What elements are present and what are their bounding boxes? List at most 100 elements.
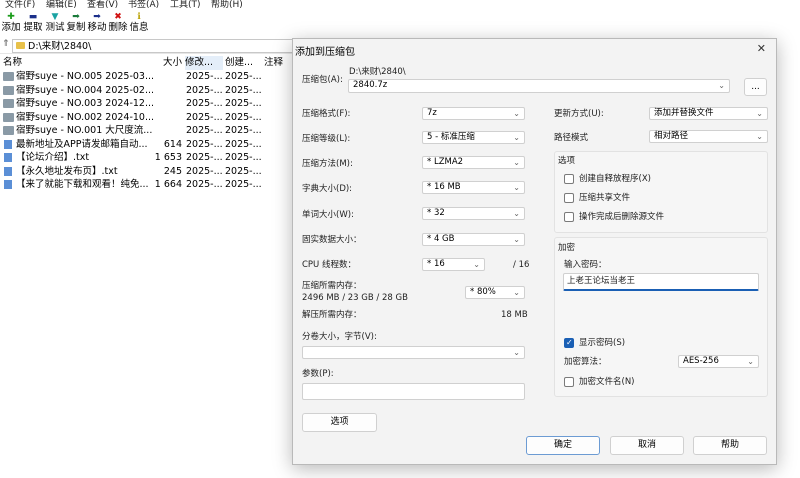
encrypt-names-checkbox[interactable] — [564, 377, 574, 387]
archive-name-combo[interactable]: 2840.7z ⌄ — [348, 79, 730, 93]
password-input[interactable]: 上老王论坛当老王 — [563, 273, 759, 291]
file-row[interactable]: 【论坛介绍】.txt 1 653 2025-... 2025-... — [0, 151, 292, 165]
delete-button[interactable]: ✖ 删除 — [107, 12, 129, 38]
chevron-down-icon: ⌄ — [513, 109, 520, 118]
file-row[interactable]: 最新地址及APP请发邮箱自动... 614 2025-... 2025-... — [0, 138, 292, 152]
path-label: 路径模式 — [554, 133, 589, 143]
plus-icon: ✚ — [7, 12, 15, 22]
file-row[interactable]: 宿野suye - NO.004 2025-02... 2025-... 2025… — [0, 84, 292, 98]
show-password-checkbox[interactable] — [564, 338, 574, 348]
cancel-button[interactable]: 取消 — [610, 436, 684, 455]
word-label: 单词大小(W): — [302, 210, 354, 220]
menu-bar: 文件(F) 编辑(E) 查看(V) 书签(A) 工具(T) 帮助(H) — [0, 0, 800, 12]
level-select[interactable]: 5 - 标准压缩 ⌄ — [422, 131, 525, 144]
threads-select[interactable]: * 16 ⌄ — [422, 258, 485, 271]
add-button[interactable]: ✚ 添加 — [0, 12, 22, 38]
column-created[interactable]: 创建... — [225, 56, 253, 70]
method-label: 压缩方法(M): — [302, 159, 353, 169]
up-arrow-icon[interactable]: ⇑ — [2, 39, 10, 49]
file-row[interactable]: 宿野suye - NO.002 2024-10... 2025-... 2025… — [0, 111, 292, 125]
threads-total: / 16 — [513, 260, 530, 270]
format-select[interactable]: 7z ⌄ — [422, 107, 525, 120]
archive-name-value: 2840.7z — [353, 80, 388, 90]
test-button[interactable]: ▼ 测试 — [44, 12, 66, 38]
file-name: 最新地址及APP请发邮箱自动... — [16, 138, 148, 150]
file-created: 2025-... — [225, 138, 262, 150]
method-select[interactable]: * LZMA2 ⌄ — [422, 156, 525, 169]
update-value: 添加并替换文件 — [654, 108, 714, 118]
address-input[interactable]: D:\来财\2840\ — [12, 39, 302, 53]
menu-view[interactable]: 查看(V) — [87, 0, 118, 11]
archive-label: 压缩包(A): — [302, 75, 343, 85]
file-created: 2025-... — [225, 71, 262, 82]
menu-file[interactable]: 文件(F) — [5, 0, 35, 11]
file-row[interactable]: 【永久地址发布页】.txt 245 2025-... 2025-... — [0, 165, 292, 179]
solid-label: 固实数据大小： — [302, 235, 362, 245]
encryption-group-title: 加密 — [558, 243, 576, 253]
menu-help[interactable]: 帮助(H) — [211, 0, 243, 11]
mem-percent-value: * 80% — [470, 287, 496, 297]
options-button[interactable]: 选项 — [302, 413, 377, 432]
extract-button[interactable]: ▬ 提取 — [22, 12, 44, 38]
menu-edit[interactable]: 编辑(E) — [46, 0, 77, 11]
solid-select[interactable]: * 4 GB ⌄ — [422, 233, 525, 246]
arrow-right-icon: ➡ — [72, 12, 80, 22]
chevron-down-icon: ⌄ — [513, 133, 520, 142]
encrypt-names-label: 加密文件名(N) — [579, 377, 635, 387]
mem-comp-value: 2496 MB / 23 GB / 28 GB — [302, 293, 408, 303]
file-name: 宿野suye - NO.002 2024-10... — [16, 111, 155, 123]
extract-label: 提取 — [23, 22, 43, 33]
shared-checkbox[interactable] — [564, 193, 574, 203]
close-icon[interactable]: ✕ — [757, 42, 766, 55]
file-icon — [4, 180, 12, 189]
column-modified[interactable]: 修改... — [185, 56, 223, 70]
enc-method-select[interactable]: AES-256 ⌄ — [678, 355, 759, 368]
path-value: 相对路径 — [654, 131, 689, 141]
help-button[interactable]: 帮助 — [693, 436, 767, 455]
shared-label: 压缩共享文件 — [579, 193, 631, 203]
copy-button[interactable]: ➡ 复制 — [65, 12, 87, 38]
update-select[interactable]: 添加并替换文件 ⌄ — [649, 107, 768, 120]
mem-percent-select[interactable]: * 80% ⌄ — [465, 286, 525, 299]
file-created: 2025-... — [225, 152, 262, 163]
file-row[interactable]: 【来了就能下载和观看！纯免... 1 664 2025-... 2025-... — [0, 178, 292, 192]
chevron-down-icon: ⌄ — [513, 348, 520, 357]
column-size[interactable]: 大小 — [163, 56, 182, 70]
params-input[interactable] — [302, 383, 525, 400]
file-modified: 2025-... — [186, 152, 223, 163]
folder-icon — [3, 72, 14, 81]
column-comment[interactable]: 注释 — [264, 56, 283, 70]
file-modified: 2025-... — [186, 165, 223, 177]
ok-button[interactable]: 确定 — [526, 436, 600, 455]
chevron-down-icon: ⌄ — [513, 183, 520, 192]
file-row[interactable]: 宿野suye - NO.003 2024-12... 2025-... 2025… — [0, 97, 292, 111]
delete-after-checkbox[interactable] — [564, 212, 574, 222]
options-group: 选项 创建自释放程序(X) 压缩共享文件 操作完成后删除源文件 — [554, 151, 768, 233]
folder-icon — [3, 85, 14, 95]
file-created: 2025-... — [225, 179, 262, 190]
file-size: 614 — [163, 138, 182, 150]
dict-select[interactable]: * 16 MB ⌄ — [422, 181, 525, 194]
move-button[interactable]: ➡ 移动 — [86, 12, 108, 38]
column-name[interactable]: 名称 — [3, 56, 22, 70]
menu-tools[interactable]: 工具(T) — [170, 0, 201, 11]
sfx-checkbox[interactable] — [564, 174, 574, 184]
info-button[interactable]: ℹ 信息 — [128, 12, 150, 38]
path-select[interactable]: 相对路径 ⌄ — [649, 130, 768, 143]
toolbar: ✚ 添加 ▬ 提取 ▼ 测试 ➡ 复制 ➡ 移动 ✖ 删除 ℹ 信息 — [0, 12, 800, 38]
chevron-down-icon: ⌄ — [718, 81, 725, 90]
split-combo[interactable]: ⌄ — [302, 346, 525, 359]
options-group-title: 选项 — [558, 156, 576, 166]
file-row[interactable]: 宿野suye - NO.001 大尺度流... 2025-... 2025-..… — [0, 124, 292, 138]
chevron-down-icon: ⌄ — [747, 357, 754, 366]
menu-bookmarks[interactable]: 书签(A) — [128, 0, 159, 11]
browse-button[interactable]: ... — [744, 78, 767, 96]
minus-icon: ▬ — [28, 12, 38, 22]
file-row[interactable]: 宿野suye - NO.005 2025-03... 2025-... 2025… — [0, 70, 292, 84]
file-icon — [4, 153, 12, 162]
chevron-down-icon: ⌄ — [513, 158, 520, 167]
word-select[interactable]: * 32 ⌄ — [422, 207, 525, 220]
file-list-header: 名称 大小 修改... 创建... 注释 — [0, 56, 292, 70]
delete-label: 删除 — [108, 22, 128, 33]
folder-icon — [3, 126, 14, 135]
